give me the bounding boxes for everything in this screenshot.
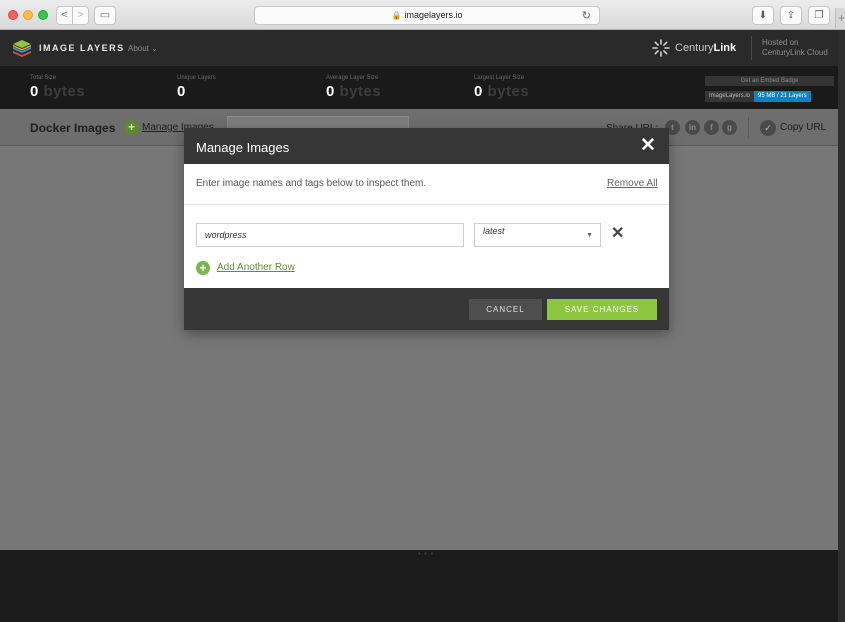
hosted-line1: Hosted on <box>762 38 799 47</box>
stat-unit: bytes <box>487 83 530 100</box>
page-title: Docker Images <box>30 121 116 135</box>
back-button[interactable]: < <box>56 6 73 25</box>
stat-number: 0 <box>177 83 186 100</box>
brand-bold: Link <box>713 42 737 54</box>
zoom-window-button[interactable] <box>38 10 48 20</box>
embed-badge-button[interactable]: Get an Embed Badge <box>705 76 834 86</box>
modal-header: Manage Images ✕ <box>184 128 669 164</box>
hosted-line2: CenturyLink Cloud <box>762 48 828 57</box>
embed-badge-preview: ImageLayers.io 95 MB / 21 Layers <box>705 91 811 102</box>
image-name-input[interactable] <box>196 223 464 247</box>
remove-row-icon[interactable]: ✕ <box>611 225 624 243</box>
lock-icon: 🔒 <box>391 11 402 20</box>
divider <box>748 117 749 138</box>
modal-body: Enter image names and tags below to insp… <box>184 164 669 288</box>
stat-value: 0 bytes <box>474 83 529 100</box>
facebook-icon[interactable]: f <box>704 120 719 135</box>
stat-total-size: Total Size 0 bytes <box>30 66 85 100</box>
copy-url-button[interactable]: Copy URL <box>780 122 826 133</box>
logo-text[interactable]: IMAGE LAYERS <box>39 43 125 53</box>
hosted-on-text: Hosted on CenturyLink Cloud <box>762 38 828 58</box>
check-icon[interactable]: ✓ <box>760 120 776 136</box>
add-another-row-link[interactable]: Add Another Row <box>217 262 295 273</box>
stat-value: 0 <box>177 83 216 100</box>
footer <box>0 550 838 622</box>
stat-largest-layer-size: Largest Layer Size 0 bytes <box>474 66 529 100</box>
modal-footer: CANCEL SAVE CHANGES <box>184 288 669 330</box>
instructions-text: Enter image names and tags below to insp… <box>196 178 427 189</box>
stat-label: Average Layer Size <box>326 75 379 81</box>
stats-strip: Total Size 0 bytes Unique Layers 0 Avera… <box>0 66 845 109</box>
about-menu[interactable]: About ⌄ <box>128 44 158 53</box>
brand-prefix: Century <box>675 42 714 54</box>
layers-logo-icon[interactable] <box>12 38 32 58</box>
stat-unit: bytes <box>339 83 382 100</box>
divider <box>184 204 669 205</box>
chevron-down-icon: ▼ <box>586 232 593 239</box>
url-text: imagelayers.io <box>404 10 463 20</box>
close-window-button[interactable] <box>8 10 18 20</box>
add-icon[interactable]: + <box>196 261 210 275</box>
stat-number: 0 <box>30 83 39 100</box>
stat-value: 0 bytes <box>326 83 381 100</box>
tab-overview-icon[interactable]: ❐ <box>808 6 830 25</box>
stat-label: Unique Layers <box>177 75 216 81</box>
badge-right: 95 MB / 21 Layers <box>754 91 811 102</box>
save-changes-button[interactable]: SAVE CHANGES <box>547 299 657 320</box>
close-icon[interactable]: ✕ <box>640 136 656 155</box>
browser-toolbar: < > ▭ 🔒 imagelayers.io ↻ ⬇ ⇪ ❐ + <box>0 0 845 30</box>
site-header: IMAGE LAYERS About ⌄ CenturyLink Hosted … <box>0 30 845 66</box>
downloads-icon[interactable]: ⬇ <box>752 6 774 25</box>
stat-label: Total Size <box>30 75 57 81</box>
linkedin-icon[interactable]: in <box>685 120 700 135</box>
stat-label: Largest Layer Size <box>474 75 525 81</box>
stat-number: 0 <box>326 83 335 100</box>
scrollbar[interactable] <box>838 30 845 622</box>
resize-handle[interactable]: • • • <box>418 551 434 558</box>
google-plus-icon[interactable]: g <box>722 120 737 135</box>
reload-icon[interactable]: ↻ <box>582 8 591 25</box>
stat-value: 0 bytes <box>30 83 85 100</box>
stat-average-layer-size: Average Layer Size 0 bytes <box>326 66 381 100</box>
stat-unique-layers: Unique Layers 0 <box>177 66 216 100</box>
tag-select[interactable]: latest ▼ <box>474 223 601 247</box>
badge-left: ImageLayers.io <box>705 91 755 102</box>
manage-images-modal: Manage Images ✕ Enter image names and ta… <box>184 128 669 330</box>
add-icon[interactable]: + <box>124 120 139 135</box>
sidebar-toggle-icon[interactable]: ▭ <box>94 6 116 25</box>
cancel-button[interactable]: CANCEL <box>469 299 542 320</box>
centurylink-logo-icon <box>652 39 670 57</box>
share-icon[interactable]: ⇪ <box>780 6 802 25</box>
stat-unit: bytes <box>43 83 86 100</box>
tag-value: latest <box>483 226 505 236</box>
centurylink-brand[interactable]: CenturyLink <box>675 42 736 54</box>
stat-number: 0 <box>474 83 483 100</box>
remove-all-link[interactable]: Remove All <box>607 178 658 189</box>
address-bar[interactable]: 🔒 imagelayers.io ↻ <box>254 6 600 25</box>
modal-title: Manage Images <box>196 140 290 155</box>
new-tab-icon[interactable]: + <box>835 8 845 28</box>
minimize-window-button[interactable] <box>23 10 33 20</box>
divider <box>751 36 752 60</box>
forward-button[interactable]: > <box>72 6 89 25</box>
